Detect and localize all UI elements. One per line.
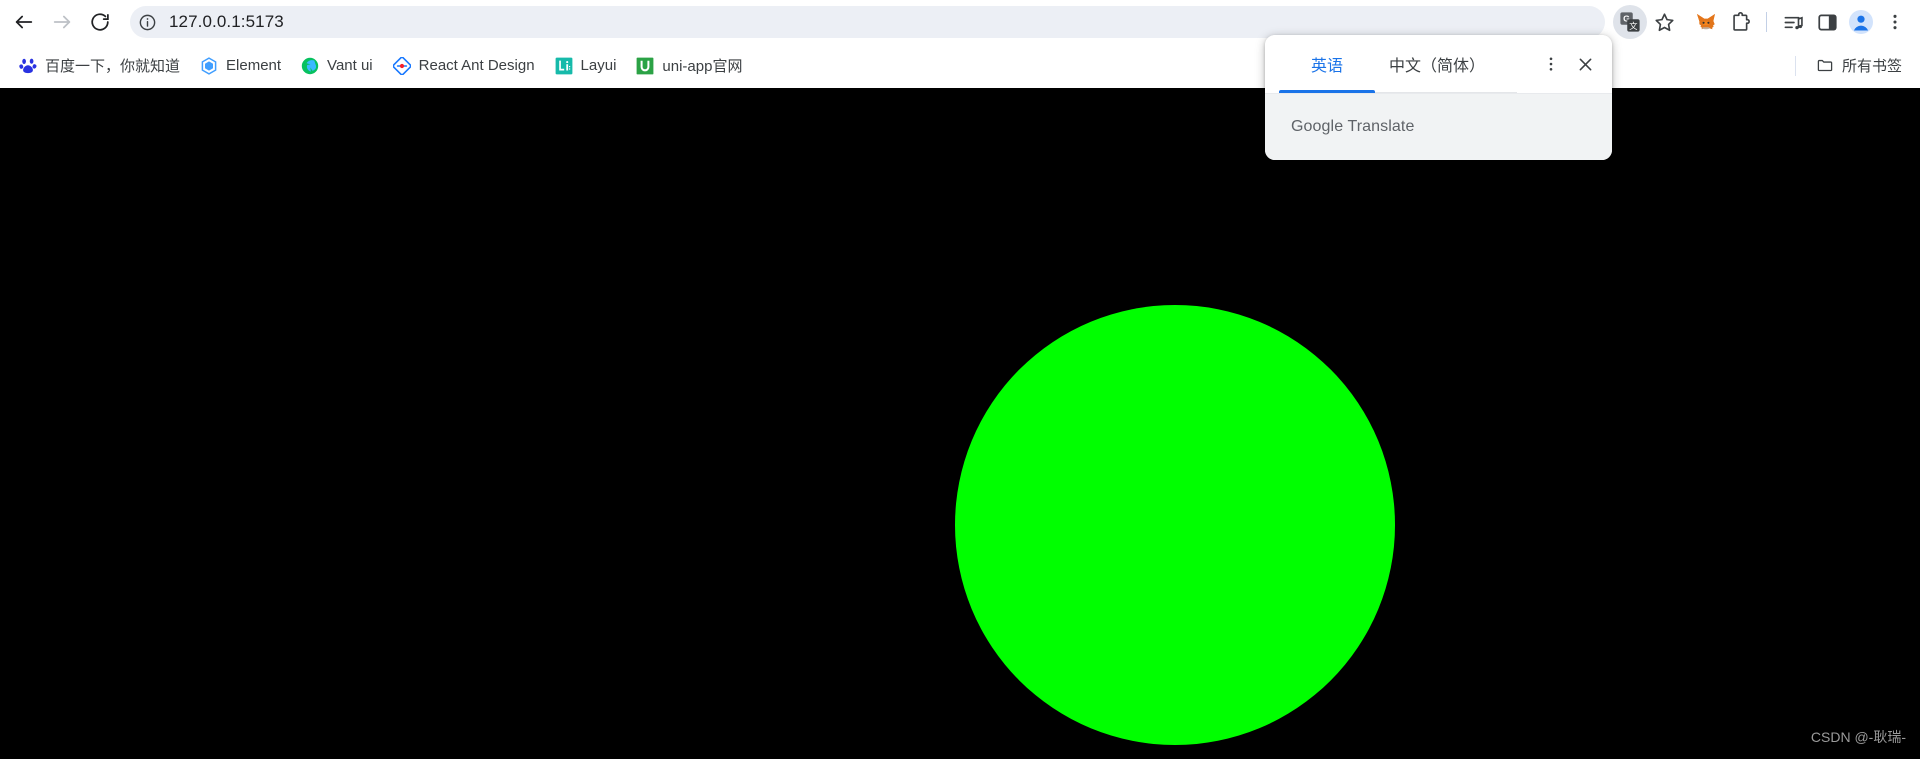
all-bookmarks-label: 所有书签 xyxy=(1841,58,1902,75)
bookmark-item-layui[interactable]: Layui xyxy=(546,51,626,81)
translate-popup[interactable]: 英语 中文（简体） Google Translate xyxy=(1265,35,1612,160)
translate-popup-actions xyxy=(1534,47,1602,81)
address-bar-url[interactable]: 127.0.0.1:5173 xyxy=(169,12,284,32)
browser-toolbar: 127.0.0.1:5173 G 文 xyxy=(0,0,1920,44)
bookmark-label: Element xyxy=(226,57,282,74)
three-dot-vertical-icon[interactable] xyxy=(1534,47,1568,81)
translate-popup-header: 英语 中文（简体） xyxy=(1265,35,1612,93)
toolbar-divider xyxy=(1766,12,1767,32)
active-tab-underline xyxy=(1279,90,1375,93)
info-circle-icon[interactable] xyxy=(133,8,161,36)
bookmark-label: Layui xyxy=(580,57,617,74)
back-button[interactable] xyxy=(6,4,42,40)
bookmark-item-uniapp[interactable]: uni-app官网 xyxy=(627,51,751,81)
tab-chinese-simplified[interactable]: 中文（简体） xyxy=(1375,35,1499,93)
layui-icon xyxy=(555,57,573,75)
address-bar[interactable]: 127.0.0.1:5173 xyxy=(130,6,1605,38)
csdn-watermark: CSDN @-耿瑞- xyxy=(1810,729,1906,745)
extensions-puzzle-icon[interactable] xyxy=(1723,5,1757,39)
bookmarks-divider xyxy=(1794,55,1796,76)
bookmark-label: React Ant Design xyxy=(418,57,535,74)
bookmark-item-vant-ui[interactable]: Vant ui xyxy=(292,51,382,81)
all-bookmarks-button[interactable]: 所有书签 xyxy=(1808,51,1910,81)
vant-ui-icon xyxy=(301,57,319,75)
bookmark-label: Vant ui xyxy=(327,57,373,74)
bookmark-label: 百度一下，你就知道 xyxy=(45,58,181,75)
bookmark-item-react-ant-design[interactable]: React Ant Design xyxy=(384,51,544,81)
baidu-paw-icon xyxy=(19,57,37,75)
browser-window: 127.0.0.1:5173 G 文 百度一下，你就知道 Element Van… xyxy=(0,0,1920,759)
chrome-menu-icon[interactable] xyxy=(1878,5,1912,39)
bookmark-item-element[interactable]: Element xyxy=(191,51,290,81)
page-viewport[interactable]: CSDN @-耿瑞- xyxy=(0,88,1920,759)
forward-button[interactable] xyxy=(44,4,80,40)
svg-text:文: 文 xyxy=(1629,21,1637,31)
close-x-icon[interactable] xyxy=(1568,47,1602,81)
side-panel-icon[interactable] xyxy=(1810,5,1844,39)
profile-avatar-icon[interactable] xyxy=(1844,5,1878,39)
reload-button[interactable] xyxy=(82,4,118,40)
tab-english[interactable]: 英语 xyxy=(1279,35,1375,93)
bookmark-label: uni-app官网 xyxy=(662,58,743,75)
green-circle xyxy=(955,305,1395,745)
ant-design-icon xyxy=(392,56,411,75)
translate-icon[interactable]: G 文 xyxy=(1613,5,1647,39)
toolbar-actions: G 文 xyxy=(1613,5,1912,39)
translate-branding-label: Google Translate xyxy=(1291,118,1415,135)
uniapp-icon xyxy=(636,57,654,75)
bookmark-star-icon[interactable] xyxy=(1647,5,1681,39)
bookmark-item-baidu[interactable]: 百度一下，你就知道 xyxy=(10,51,189,81)
translate-popup-footer: Google Translate xyxy=(1265,93,1612,160)
metamask-fox-icon[interactable] xyxy=(1689,5,1723,39)
bookmarks-bar: 百度一下，你就知道 Element Vant ui React Ant Desi… xyxy=(0,44,1920,88)
element-ui-icon xyxy=(200,56,218,75)
folder-icon xyxy=(1816,57,1834,75)
media-control-icon[interactable] xyxy=(1776,5,1810,39)
